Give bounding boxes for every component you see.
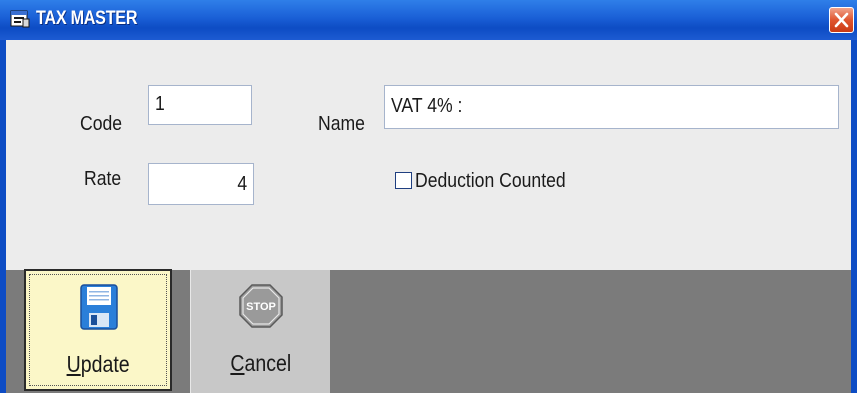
name-label: Name: [318, 113, 365, 135]
stop-sign-text: STOP: [246, 301, 276, 313]
rate-field[interactable]: 4: [148, 163, 254, 205]
floppy-disk-icon: [80, 284, 118, 330]
cancel-button[interactable]: STOP Cancel: [190, 270, 330, 393]
deduction-counted-checkbox[interactable]: [395, 172, 412, 189]
code-field[interactable]: 1: [148, 85, 252, 125]
update-label: Update: [66, 351, 130, 377]
rate-value: 4: [237, 173, 247, 195]
app-window-icon: [10, 10, 30, 28]
stop-sign-icon: STOP: [239, 284, 283, 328]
code-value: 1: [155, 93, 165, 115]
tax-master-window: TAX MASTER Code 1 Name VAT 4% : Rate 4 D…: [0, 0, 857, 393]
close-button[interactable]: [829, 7, 854, 33]
name-value: VAT 4% :: [391, 95, 463, 117]
window-frame-right: [851, 40, 857, 393]
form-area: [6, 40, 851, 272]
cancel-label: Cancel: [230, 350, 291, 376]
name-field[interactable]: VAT 4% :: [384, 85, 839, 129]
update-button[interactable]: Update: [24, 269, 172, 391]
window-title: TAX MASTER: [36, 8, 138, 29]
close-icon: [834, 12, 849, 28]
deduction-counted-label[interactable]: Deduction Counted: [415, 170, 566, 193]
rate-label: Rate: [84, 168, 122, 190]
code-label: Code: [80, 113, 123, 135]
title-bar[interactable]: TAX MASTER: [0, 0, 857, 40]
